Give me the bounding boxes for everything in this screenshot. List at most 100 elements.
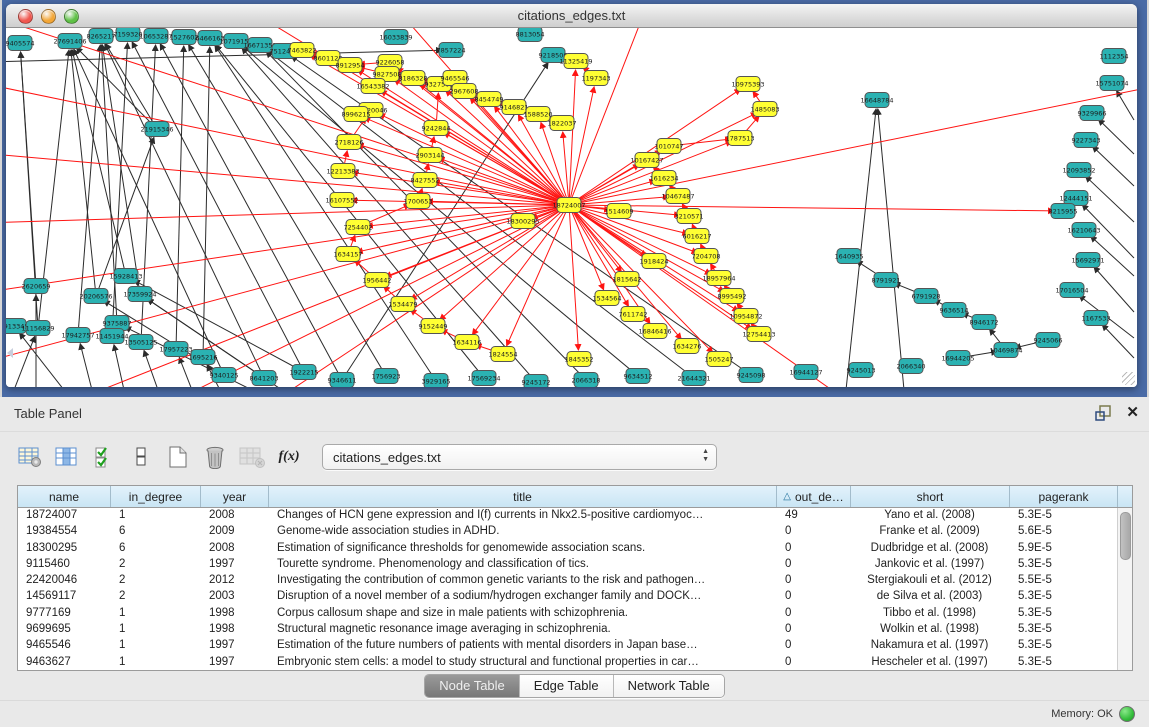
memory-ok-indicator[interactable]	[1119, 706, 1135, 722]
graph-node[interactable]: 8641203	[250, 371, 279, 386]
graph-node[interactable]: 12754413	[742, 327, 775, 342]
delete-rows-trash-icon[interactable]	[201, 443, 229, 471]
table-settings-icon[interactable]	[16, 443, 44, 471]
graph-node[interactable]: 17016504	[1055, 283, 1088, 298]
table-cell[interactable]: Wolkin et al. (1998)	[851, 622, 1010, 638]
table-cell[interactable]: 1998	[201, 622, 269, 638]
tab-node-table[interactable]: Node Table	[425, 675, 520, 697]
column-header-title[interactable]: title	[269, 486, 777, 507]
graph-node[interactable]: 12093852	[1062, 163, 1095, 178]
graph-node[interactable]: 9245098	[737, 368, 766, 383]
table-cell[interactable]: 14569117	[18, 589, 111, 605]
graph-node[interactable]: 8912954	[336, 58, 365, 73]
graph-node[interactable]: 18957964	[702, 271, 735, 286]
graph-node[interactable]: 13505125	[124, 335, 157, 350]
graph-node[interactable]: 1956442	[363, 273, 392, 288]
graph-node[interactable]: 10954872	[729, 309, 762, 324]
table-cell[interactable]: Structural magnetic resonance image aver…	[269, 622, 777, 638]
graph-node[interactable]: 7204708	[692, 249, 721, 264]
graph-node[interactable]: 1922215	[290, 365, 319, 380]
graph-node[interactable]: 8946172	[970, 315, 999, 330]
graph-node[interactable]: 21915346	[140, 122, 173, 137]
table-cell[interactable]: Jankovic et al. (1997)	[851, 557, 1010, 573]
graph-node[interactable]: 1700653	[404, 194, 433, 209]
graph-node[interactable]: 1527602	[170, 30, 199, 45]
graph-node[interactable]: 16543382	[356, 79, 389, 94]
graph-node[interactable]: 1695216	[189, 350, 218, 365]
graph-node[interactable]: 9636514	[940, 303, 969, 318]
delete-table-icon[interactable]	[238, 443, 266, 471]
graph-node[interactable]: 1534564	[593, 291, 622, 306]
table-row[interactable]: 969969511998Structural magnetic resonanc…	[18, 622, 1118, 638]
graph-node[interactable]: 10469874	[989, 343, 1022, 358]
table-cell[interactable]: 9699695	[18, 622, 111, 638]
table-cell[interactable]: 5.3E-5	[1010, 622, 1118, 638]
graph-node[interactable]: 7857224	[437, 43, 466, 58]
column-header-year[interactable]: year	[201, 486, 269, 507]
graph-node[interactable]: 6791928	[912, 289, 941, 304]
graph-node[interactable]: 1505247	[705, 352, 734, 367]
graph-node[interactable]: 16944127	[789, 365, 822, 380]
graph-node[interactable]: 1845352	[565, 352, 594, 367]
column-header-in_degree[interactable]: in_degree	[111, 486, 201, 507]
graph-node[interactable]: 16648784	[860, 93, 893, 108]
graph-node[interactable]: 1634276	[673, 339, 702, 354]
graph-node[interactable]: 7159320	[114, 28, 143, 42]
table-cell[interactable]: Embryonic stem cells: a model to study s…	[269, 655, 777, 670]
table-cell[interactable]: 0	[777, 589, 851, 605]
graph-node[interactable]: 8215955	[1049, 204, 1078, 219]
graph-node[interactable]: 16033839	[379, 30, 412, 45]
graph-node[interactable]: 16210643	[1067, 223, 1100, 238]
table-cell[interactable]: 19384554	[18, 524, 111, 540]
window-titlebar[interactable]: citations_edges.txt	[6, 4, 1137, 28]
table-cell[interactable]: 0	[777, 655, 851, 670]
function-builder-icon[interactable]: f(x)	[275, 443, 303, 471]
table-cell[interactable]: 9777169	[18, 606, 111, 622]
table-cell[interactable]: Changes of HCN gene expression and I(f) …	[269, 508, 777, 524]
graph-node[interactable]: 21644321	[677, 371, 710, 386]
graph-node[interactable]: 1534479	[389, 297, 418, 312]
graph-node[interactable]: 9227343	[1072, 133, 1101, 148]
graph-node[interactable]: 1787513	[726, 131, 755, 146]
graph-node[interactable]: 1197343	[582, 71, 611, 86]
graph-node[interactable]: 18300295	[506, 214, 539, 229]
graph-node[interactable]: 16944205	[941, 351, 974, 366]
graph-node[interactable]: 1756923	[372, 369, 401, 384]
column-header-out_de[interactable]: △out_de…	[777, 486, 851, 507]
network-window[interactable]: citations_edges.txt 94055742769140682652…	[6, 4, 1137, 387]
graph-node[interactable]: 8813054	[516, 28, 545, 42]
graph-node[interactable]: 10167427	[630, 153, 663, 168]
graph-node[interactable]: 1640935	[835, 249, 864, 264]
table-cell[interactable]: Tibbo et al. (1998)	[851, 606, 1010, 622]
table-cell[interactable]: 0	[777, 524, 851, 540]
tab-network-table[interactable]: Network Table	[614, 675, 724, 697]
table-cell[interactable]: 0	[777, 638, 851, 654]
graph-node[interactable]: 11156829	[21, 321, 54, 336]
table-row[interactable]: 1938455462009Genome-wide association stu…	[18, 524, 1118, 540]
graph-node[interactable]: 16107552	[325, 193, 358, 208]
table-cell[interactable]: 2012	[201, 573, 269, 589]
table-cell[interactable]: 0	[777, 541, 851, 557]
table-cell[interactable]: 5.5E-5	[1010, 573, 1118, 589]
table-cell[interactable]: Hescheler et al. (1997)	[851, 655, 1010, 670]
graph-node[interactable]: 9346611	[328, 373, 357, 388]
graph-node[interactable]: 9405574	[6, 36, 34, 51]
graph-node[interactable]: 9329966	[1078, 106, 1107, 121]
window-resize-grip[interactable]	[1122, 372, 1135, 385]
column-header-name[interactable]: name	[18, 486, 111, 507]
graph-node[interactable]: 1112354	[1100, 49, 1129, 64]
table-cell[interactable]: 5.6E-5	[1010, 524, 1118, 540]
graph-node[interactable]: 6016217	[683, 229, 712, 244]
table-cell[interactable]: 2008	[201, 541, 269, 557]
graph-node[interactable]: 17942757	[61, 328, 94, 343]
new-table-icon[interactable]	[164, 443, 192, 471]
float-panel-icon[interactable]	[1095, 405, 1112, 421]
graph-node[interactable]: 1485083	[751, 102, 780, 117]
table-cell[interactable]: 2009	[201, 524, 269, 540]
table-cell[interactable]: Investigating the contribution of common…	[269, 573, 777, 589]
graph-node[interactable]: 9340125	[210, 368, 239, 383]
table-cell[interactable]: Tourette syndrome. Phenomenology and cla…	[269, 557, 777, 573]
table-vertical-scrollbar[interactable]	[1117, 508, 1132, 670]
table-cell[interactable]: 6	[111, 541, 201, 557]
graph-node[interactable]: 1634157	[334, 247, 363, 262]
